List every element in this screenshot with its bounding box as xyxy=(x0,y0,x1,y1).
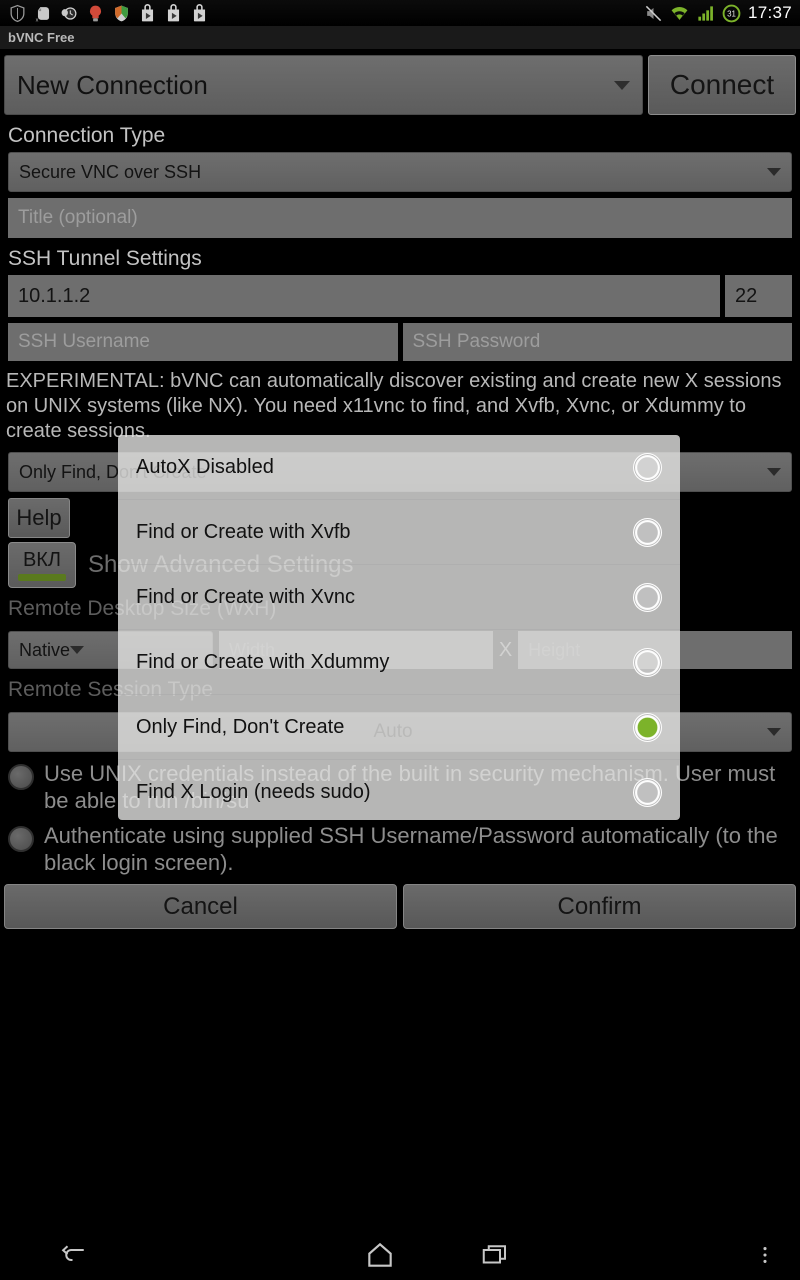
dialog-option-item[interactable]: Find X Login (needs sudo) xyxy=(118,760,680,820)
dialog-option-label: Find or Create with Xvnc xyxy=(136,585,355,608)
clock-skull-icon xyxy=(61,6,77,20)
device-screen: x 31 17:37 bVNC Free New Connection Conn… xyxy=(0,0,800,1280)
dialog-option-item[interactable]: Only Find, Don't Create xyxy=(118,695,680,760)
chevron-down-icon xyxy=(767,168,781,176)
cancel-button[interactable]: Cancel xyxy=(4,884,397,929)
play-store-icon xyxy=(167,3,180,21)
dialog-option-label: Only Find, Don't Create xyxy=(136,715,345,738)
connection-type-label: Connection Type xyxy=(8,124,166,147)
radio-icon[interactable] xyxy=(633,647,662,677)
confirm-button[interactable]: Confirm xyxy=(403,884,796,929)
help-button[interactable]: Help xyxy=(8,498,70,538)
dialog-option-item[interactable]: Find or Create with Xvfb xyxy=(118,500,680,565)
play-store-icon xyxy=(141,3,154,21)
status-bar-clock: 17:37 xyxy=(747,3,792,22)
chevron-down-icon xyxy=(614,80,630,90)
ssh-port-input[interactable]: 22 xyxy=(725,275,792,317)
auto-authenticate-checkbox[interactable] xyxy=(8,826,34,852)
evernote-icon: x xyxy=(36,6,50,23)
show-advanced-toggle-state: ВКЛ xyxy=(22,548,62,571)
ssh-credentials-row: SSH Username SSH Password xyxy=(8,323,792,361)
android-navigation-bar xyxy=(0,1230,800,1280)
nav-recents-button[interactable] xyxy=(440,1230,550,1280)
dialog-option-label: Find or Create with Xvfb xyxy=(136,520,351,543)
status-bar-system-icons: 31 17:37 xyxy=(644,3,800,23)
dialog-option-item[interactable]: Find or Create with Xdummy xyxy=(118,630,680,695)
security-shield-icon xyxy=(115,5,128,21)
dialog-option-label: Find X Login (needs sudo) xyxy=(136,781,371,803)
connection-type-select[interactable]: Secure VNC over SSH xyxy=(8,152,792,192)
battery-icon: 31 xyxy=(722,4,741,22)
show-advanced-toggle[interactable]: ВКЛ xyxy=(8,542,76,588)
connect-button[interactable]: Connect xyxy=(648,55,796,115)
svg-text:31: 31 xyxy=(727,9,736,18)
chevron-down-icon xyxy=(70,646,85,654)
home-icon xyxy=(368,1242,392,1267)
nav-overflow-menu-button[interactable] xyxy=(730,1230,800,1280)
dialog-option-item[interactable]: AutoX Disabled xyxy=(118,435,680,500)
dialog-option-label: Find or Create with Xdummy xyxy=(136,650,390,673)
app-title-bar: bVNC Free xyxy=(0,26,800,49)
ssh-password-input[interactable]: SSH Password xyxy=(402,323,792,361)
play-store-icon xyxy=(193,3,206,21)
ssh-section-label: SSH Tunnel Settings xyxy=(8,247,202,270)
nav-home-button[interactable] xyxy=(320,1230,440,1280)
nav-back-button[interactable] xyxy=(0,1230,150,1280)
connection-select-label: New Connection xyxy=(17,69,208,100)
chevron-down-icon xyxy=(767,468,781,476)
recents-icon xyxy=(482,1245,506,1264)
experimental-description: EXPERIMENTAL: bVNC can automatically dis… xyxy=(6,370,782,442)
ssh-username-input[interactable]: SSH Username xyxy=(8,323,398,361)
auto-authenticate-label: Authenticate using supplied SSH Username… xyxy=(44,823,778,875)
ssh-host-row: 10.1.1.2 22 xyxy=(8,275,792,317)
auto-authenticate-row[interactable]: Authenticate using supplied SSH Username… xyxy=(0,814,800,876)
dialog-option-item[interactable]: Find or Create with Xvnc xyxy=(118,565,680,630)
chevron-down-icon xyxy=(767,728,781,736)
radio-icon[interactable] xyxy=(633,582,662,612)
ssh-host-input[interactable]: 10.1.1.2 xyxy=(8,275,720,317)
autox-options-dialog: AutoX Disabled Find or Create with Xvfb … xyxy=(118,435,680,820)
radio-icon-selected[interactable] xyxy=(633,712,662,742)
app-name: bVNC Free xyxy=(8,30,75,45)
radio-icon[interactable] xyxy=(633,517,662,547)
shield-icon xyxy=(10,4,25,22)
radio-icon[interactable] xyxy=(633,452,662,482)
lightbulb-icon xyxy=(90,5,101,21)
desktop-size-value: Native xyxy=(19,639,71,660)
radio-icon[interactable] xyxy=(633,778,662,807)
mute-icon xyxy=(645,5,662,21)
status-bar-notification-icons: x xyxy=(0,3,209,23)
svg-text:x: x xyxy=(36,17,39,23)
action-button-row: Cancel Confirm xyxy=(4,884,796,929)
overflow-menu-icon xyxy=(763,1247,767,1263)
status-bar: x 31 17:37 xyxy=(0,0,800,26)
connection-toolbar: New Connection Connect xyxy=(0,49,800,115)
title-input[interactable]: Title (optional) xyxy=(8,198,792,238)
dialog-option-label: AutoX Disabled xyxy=(136,455,274,478)
connection-select[interactable]: New Connection xyxy=(4,55,643,115)
wifi-icon xyxy=(671,6,688,20)
back-icon xyxy=(61,1245,84,1261)
unix-credentials-checkbox[interactable] xyxy=(8,764,34,790)
connection-type-value: Secure VNC over SSH xyxy=(19,161,202,182)
toggle-indicator-bar xyxy=(18,573,66,581)
signal-icon xyxy=(698,5,713,21)
